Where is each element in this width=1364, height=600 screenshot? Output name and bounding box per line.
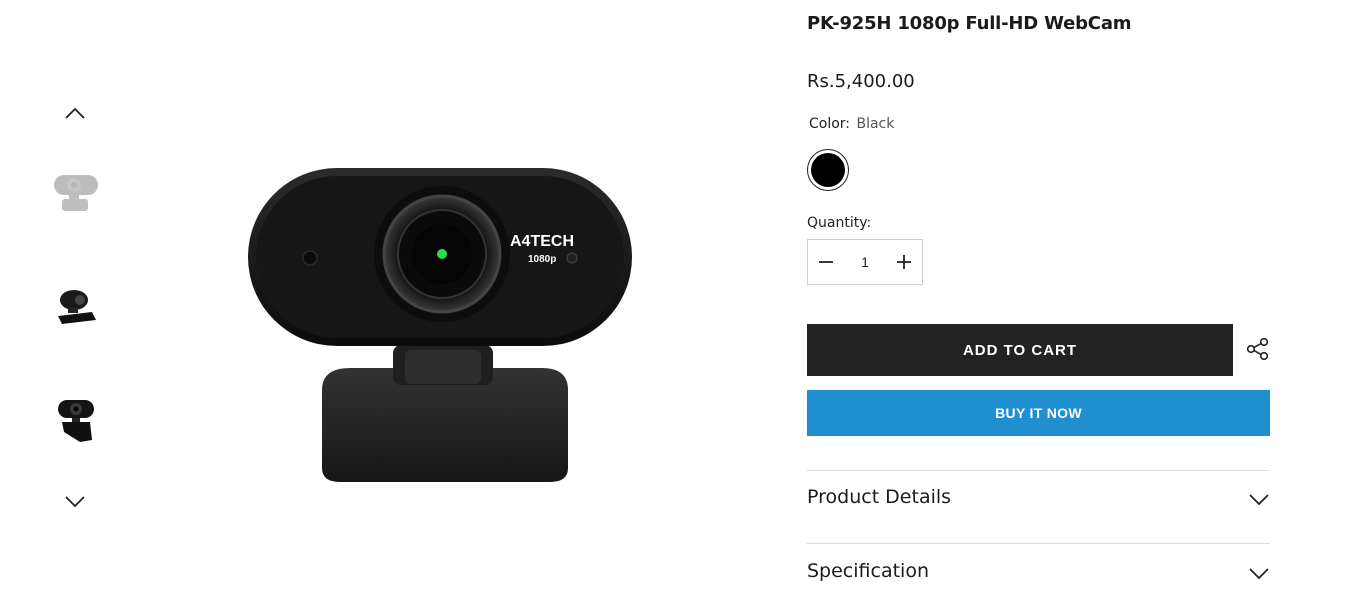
product-title: PK-925H 1080p Full-HD WebCam xyxy=(807,13,1132,34)
color-label: Color: xyxy=(809,116,851,132)
chevron-down-icon[interactable] xyxy=(62,488,88,514)
quantity-label: Quantity: xyxy=(807,215,872,231)
product-info-panel: PK-925H 1080p Full-HD WebCam Rs.5,400.00… xyxy=(807,0,1270,600)
thumbnail-webcam-front[interactable] xyxy=(48,165,104,221)
accordion-product-details[interactable]: Product Details xyxy=(807,478,1270,518)
divider xyxy=(807,543,1270,544)
buy-it-now-button[interactable]: BUY IT NOW xyxy=(807,390,1270,436)
chevron-up-icon[interactable] xyxy=(62,101,88,127)
color-selector-label: Color: Black xyxy=(809,116,894,132)
thumbnail-webcam-side[interactable] xyxy=(48,278,104,334)
resolution-logo-text: 1080p xyxy=(528,254,556,265)
thumbnail-gallery xyxy=(40,95,110,525)
accordion-specification[interactable]: Specification xyxy=(807,552,1270,592)
swatch-fill xyxy=(811,153,845,187)
share-icon[interactable] xyxy=(1245,336,1273,364)
quantity-stepper xyxy=(807,239,923,285)
chevron-down-icon xyxy=(1248,562,1270,584)
accordion-title: Specification xyxy=(807,560,929,582)
quantity-input[interactable] xyxy=(844,240,886,284)
plus-icon xyxy=(897,255,911,269)
chevron-down-icon xyxy=(1248,488,1270,510)
main-product-image: A4TECH 1080p xyxy=(230,150,650,500)
quantity-increase-button[interactable] xyxy=(886,240,922,284)
add-to-cart-button[interactable]: ADD TO CART xyxy=(807,324,1233,376)
product-price: Rs.5,400.00 xyxy=(807,71,915,92)
brand-logo-text: A4TECH xyxy=(510,233,574,250)
minus-icon xyxy=(819,261,833,263)
thumbnail-webcam-angled[interactable] xyxy=(48,392,104,448)
quantity-decrease-button[interactable] xyxy=(808,240,844,284)
accordion-title: Product Details xyxy=(807,486,952,508)
color-value: Black xyxy=(856,116,895,132)
color-swatch-black[interactable] xyxy=(807,149,849,191)
divider xyxy=(807,470,1270,471)
